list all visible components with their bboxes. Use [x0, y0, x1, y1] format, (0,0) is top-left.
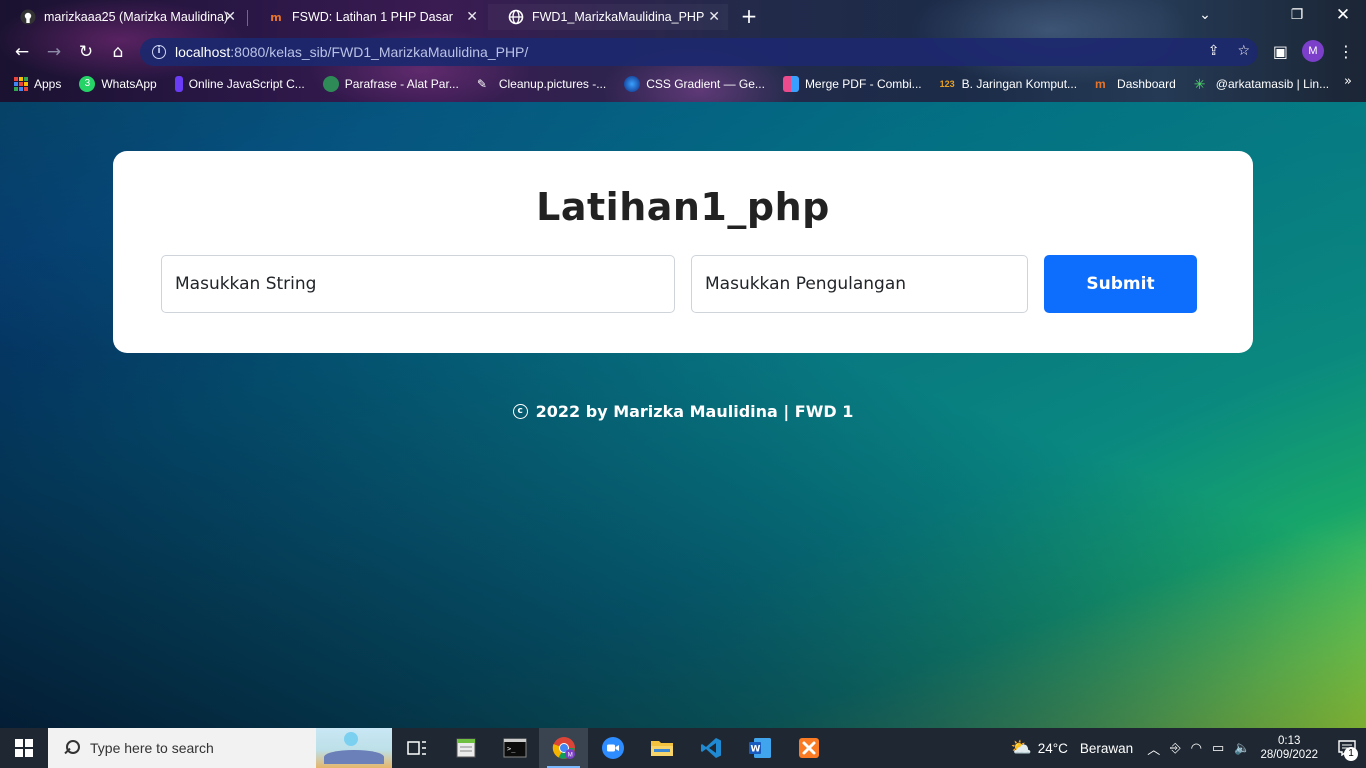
bookmarks-bar: Apps 3 WhatsApp Online JavaScript C... P…: [0, 70, 1366, 98]
taskbar: Type here to search >_ M W ⛅ 24°C Berawa…: [0, 728, 1366, 768]
clock[interactable]: 0:13 28/09/2022: [1260, 734, 1318, 762]
file-explorer-icon[interactable]: [637, 728, 686, 768]
search-placeholder: Type here to search: [90, 740, 214, 756]
new-tab-button[interactable]: +: [738, 5, 760, 27]
bookmark-online-js[interactable]: Online JavaScript C...: [174, 76, 305, 92]
bookmark-whatsapp[interactable]: 3 WhatsApp: [79, 76, 157, 92]
bookmark-apps[interactable]: Apps: [14, 77, 61, 91]
copyright-icon: c: [512, 404, 528, 419]
volume-icon[interactable]: 🔈: [1234, 740, 1250, 756]
footer-text: 2022 by Marizka Maulidina | FWD 1: [535, 402, 854, 421]
bookmark-star-icon[interactable]: ☆: [1237, 43, 1250, 59]
close-icon[interactable]: ✕: [708, 9, 720, 25]
weather-temp: 24°C: [1037, 740, 1068, 756]
dicoding-icon: m: [1095, 77, 1106, 91]
github-icon: [20, 9, 36, 25]
bookmark-arkatama[interactable]: ✳ @arkatamasib | Lin...: [1194, 76, 1329, 92]
page-viewport: Latihan1_php Submit c 2022 by Marizka Ma…: [0, 102, 1366, 728]
tab-title: FSWD: Latihan 1 PHP Dasar: [292, 10, 453, 24]
merge-pdf-icon: [782, 76, 799, 92]
bookmark-dashboard[interactable]: m Dashboard: [1095, 76, 1176, 92]
more-bookmarks-icon[interactable]: »: [1344, 74, 1352, 89]
vscode-icon[interactable]: [686, 728, 735, 768]
minimize-button[interactable]: ⌄: [1182, 4, 1228, 26]
bookmark-jaringan[interactable]: 123 B. Jaringan Komput...: [940, 76, 1077, 92]
battery-icon[interactable]: ▭: [1212, 740, 1224, 756]
form-card: Latihan1_php Submit: [113, 151, 1253, 353]
svg-text:W: W: [750, 745, 760, 755]
url-text[interactable]: localhost:8080/kelas_sib/FWD1_MarizkaMau…: [175, 44, 528, 60]
string-input[interactable]: [161, 255, 675, 313]
address-bar[interactable]: i localhost:8080/kelas_sib/FWD1_MarizkaM…: [140, 38, 1258, 66]
apps-grid-icon: [14, 77, 28, 91]
globe-icon: [508, 9, 524, 25]
reload-button[interactable]: ↻: [74, 40, 98, 64]
submit-button[interactable]: Submit: [1044, 255, 1197, 313]
back-button[interactable]: ←: [10, 40, 34, 64]
css-gradient-icon: [624, 76, 641, 92]
home-button[interactable]: ⌂: [106, 40, 130, 64]
doc123-icon: 123: [939, 79, 955, 89]
svg-text:M: M: [567, 753, 572, 759]
close-window-button[interactable]: ✕: [1320, 4, 1366, 26]
dicoding-icon: m: [270, 10, 282, 24]
whatsapp-icon: 3: [79, 76, 96, 92]
bookmark-css-gradient[interactable]: CSS Gradient — Ge...: [624, 76, 765, 92]
weather-text: Berawan: [1079, 740, 1134, 756]
share-icon[interactable]: ⇪: [1208, 43, 1220, 59]
close-icon[interactable]: ✕: [224, 9, 236, 25]
tray-icons: ︿ ⎆ ◠ ▭ 🔈: [1147, 739, 1250, 758]
terminal-icon[interactable]: >_: [490, 728, 539, 768]
tab-github[interactable]: marizkaaa25 (Marizka Maulidina) ✕: [0, 4, 246, 30]
task-view-icon[interactable]: [392, 728, 441, 768]
close-icon[interactable]: ✕: [466, 9, 478, 25]
tab-title: FWD1_MarizkaMaulidina_PHP: [532, 10, 705, 24]
bookmark-merge-pdf[interactable]: Merge PDF - Combi...: [782, 76, 922, 92]
restore-button[interactable]: ❐: [1274, 4, 1320, 26]
toolbar-right: ▣ M ⋮: [1273, 40, 1354, 62]
notepad-icon[interactable]: [441, 728, 490, 768]
cloudy-weather-icon: ⛅: [1010, 738, 1032, 757]
system-tray: ⛅ 24°C Berawan ︿ ⎆ ◠ ▭ 🔈 0:13 28/09/2022…: [1011, 728, 1366, 768]
browser-toolbar: ← → ↻ ⌂ i localhost:8080/kelas_sib/FWD1_…: [0, 34, 1366, 70]
tab-title: marizkaaa25 (Marizka Maulidina): [44, 10, 229, 24]
svg-text:>_: >_: [507, 745, 516, 753]
windows-icon: [15, 739, 33, 757]
footer: c 2022 by Marizka Maulidina | FWD 1: [0, 402, 1366, 421]
browser-chrome: marizkaaa25 (Marizka Maulidina) ✕ m FSWD…: [0, 0, 1366, 102]
chrome-icon[interactable]: M: [539, 728, 588, 768]
bookmark-cleanup[interactable]: ✎ Cleanup.pictures -...: [477, 76, 606, 92]
start-button[interactable]: [0, 728, 48, 768]
xampp-icon[interactable]: [784, 728, 833, 768]
chevron-up-icon[interactable]: ︿: [1147, 739, 1160, 758]
menu-icon[interactable]: ⋮: [1338, 42, 1354, 61]
taskbar-search[interactable]: Type here to search: [48, 728, 392, 768]
page-title: Latihan1_php: [536, 185, 830, 229]
info-icon[interactable]: i: [152, 45, 166, 59]
zoom-icon[interactable]: [588, 728, 637, 768]
camera-icon[interactable]: ⎆: [1170, 740, 1180, 756]
clock-date: 28/09/2022: [1260, 749, 1318, 761]
bookmark-parafrase[interactable]: Parafrase - Alat Par...: [322, 76, 459, 92]
tab-active[interactable]: FWD1_MarizkaMaulidina_PHP ✕: [488, 4, 728, 30]
tab-dicoding[interactable]: m FSWD: Latihan 1 PHP Dasar ✕: [248, 4, 488, 30]
parafrase-icon: [322, 76, 339, 92]
programiz-icon: [174, 76, 183, 92]
omnibox-actions: ⇪ ☆: [1208, 43, 1250, 59]
tab-strip: marizkaaa25 (Marizka Maulidina) ✕ m FSWD…: [0, 0, 1366, 34]
notification-center-button[interactable]: 1: [1328, 728, 1366, 768]
weather-widget[interactable]: ⛅ 24°C Berawan: [1011, 738, 1134, 758]
wifi-icon[interactable]: ◠: [1191, 740, 1202, 756]
repeat-count-input[interactable]: [691, 255, 1028, 313]
clock-time: 0:13: [1278, 735, 1301, 747]
notification-badge: 1: [1344, 747, 1358, 761]
side-panel-icon[interactable]: ▣: [1273, 42, 1288, 61]
forward-button[interactable]: →: [42, 40, 66, 64]
word-icon[interactable]: W: [735, 728, 784, 768]
cleanup-icon: ✎: [476, 77, 487, 91]
search-icon: [62, 739, 80, 757]
linktree-icon: ✳: [1193, 76, 1206, 92]
search-highlight-image: [316, 728, 392, 768]
avatar[interactable]: M: [1302, 40, 1324, 62]
